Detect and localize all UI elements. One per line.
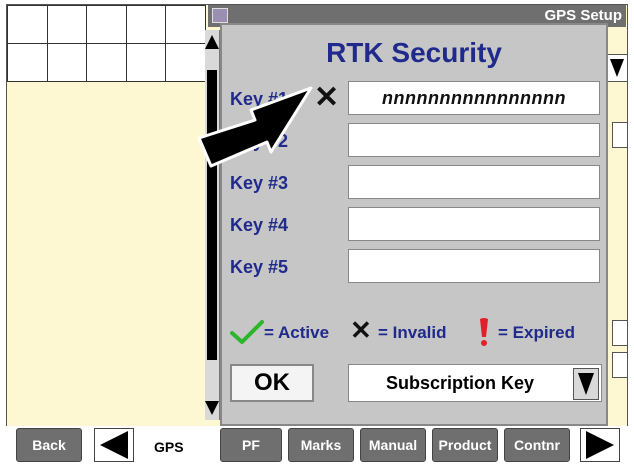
legend-invalid: = Invalid xyxy=(378,323,447,342)
chevron-down-icon[interactable] xyxy=(573,368,599,400)
tab-product[interactable]: Product xyxy=(432,428,498,462)
side-field[interactable] xyxy=(612,320,628,346)
key-row-5: Key #5 xyxy=(230,249,604,285)
grid-cell xyxy=(87,6,127,44)
dialog-title: RTK Security xyxy=(326,37,502,68)
legend-expired: = Expired xyxy=(498,323,576,342)
key-3-field[interactable] xyxy=(348,165,600,199)
key-row-4: Key #4 xyxy=(230,207,604,243)
scroll-up-icon[interactable] xyxy=(205,30,219,54)
grid-cell xyxy=(166,44,206,82)
tab-gps[interactable]: GPS xyxy=(154,439,184,455)
check-icon xyxy=(230,320,264,344)
side-field[interactable] xyxy=(612,122,628,148)
key-5-field[interactable] xyxy=(348,249,600,283)
field-grid xyxy=(7,5,206,82)
key-label: Key #5 xyxy=(230,257,289,277)
grid-cell xyxy=(47,6,88,44)
status-legend: = Active ✕ = Invalid = Expired xyxy=(230,315,604,347)
subscription-key-select[interactable]: Subscription Key xyxy=(348,364,602,402)
grid-cell xyxy=(87,44,127,82)
key-2-field[interactable] xyxy=(348,123,600,157)
tab-marks[interactable]: Marks xyxy=(288,428,354,462)
scroll-down-icon[interactable] xyxy=(205,396,219,420)
grid-cell xyxy=(126,44,167,82)
exclamation-icon xyxy=(480,318,488,346)
arrow-left-icon[interactable] xyxy=(94,428,134,462)
tab-contnr[interactable]: Contnr xyxy=(504,428,570,462)
legend-active: = Active xyxy=(264,323,330,342)
key-label: Key #3 xyxy=(230,173,289,193)
window-icon xyxy=(212,8,228,23)
grid-cell xyxy=(8,6,48,44)
grid-cell xyxy=(8,44,48,82)
tab-manual[interactable]: Manual xyxy=(360,428,426,462)
key-1-field[interactable]: nnnnnnnnnnnnnnnn xyxy=(348,81,600,115)
tab-pf[interactable]: PF xyxy=(220,428,282,462)
chevron-down-icon[interactable] xyxy=(606,54,628,82)
arrow-right-icon[interactable] xyxy=(580,428,620,462)
window-title: GPS Setup xyxy=(544,7,622,24)
key-label: Key #4 xyxy=(230,215,289,235)
grid-cell xyxy=(126,6,167,44)
select-value: Subscription Key xyxy=(385,373,535,393)
key-4-field[interactable] xyxy=(348,207,600,241)
back-button[interactable]: Back xyxy=(16,428,82,462)
pointer-arrow-icon xyxy=(197,86,313,168)
grid-cell xyxy=(47,44,88,82)
grid-cell xyxy=(166,6,206,44)
x-icon: ✕ xyxy=(350,315,372,345)
side-field[interactable] xyxy=(612,352,628,378)
ok-button[interactable]: OK xyxy=(230,364,314,402)
